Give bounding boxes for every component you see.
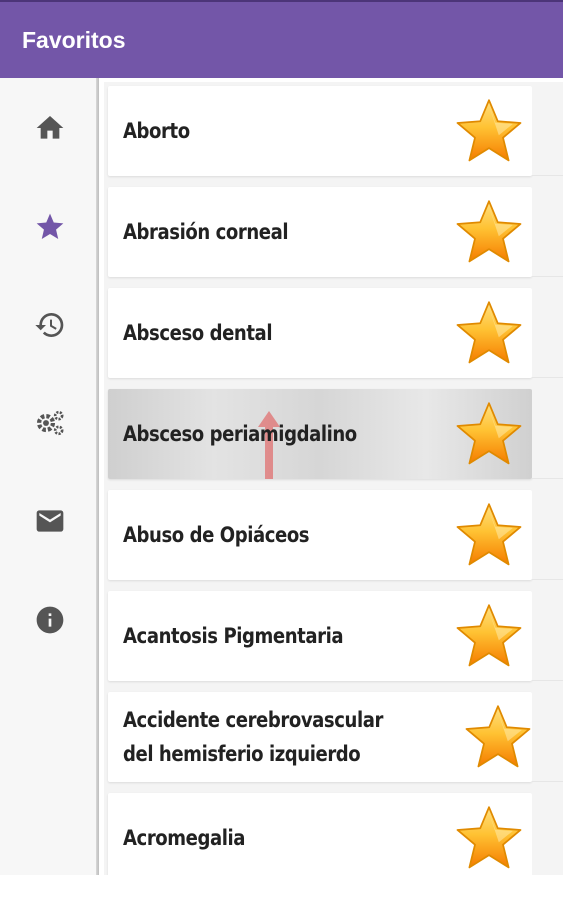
list-item[interactable]: Accidente cerebrovascular del hemisferio… <box>108 692 532 782</box>
star-icon <box>36 213 64 239</box>
nav-item-favorites[interactable] <box>25 202 75 252</box>
nav-item-home[interactable] <box>25 103 75 153</box>
app-bar: Favoritos <box>0 0 563 78</box>
item-label: Absceso periamigdalino <box>123 422 357 446</box>
settings-icon <box>36 410 64 436</box>
favorites-list: Aborto Abrasión corneal Absceso dental A… <box>104 82 563 883</box>
bottom-spacer <box>0 875 563 900</box>
item-label: Acantosis Pigmentaria <box>123 624 344 648</box>
item-label: Aborto <box>123 119 190 143</box>
list-item[interactable]: Acromegalia <box>108 793 532 883</box>
app-root: Favoritos Aborto Abrasión corneal Absces… <box>0 0 563 900</box>
list-item[interactable]: Abuso de Opiáceos <box>108 490 532 580</box>
favorite-star-icon[interactable] <box>454 602 524 670</box>
history-icon <box>35 313 64 337</box>
side-nav <box>0 78 98 875</box>
nav-item-history[interactable] <box>25 300 75 350</box>
list-item[interactable]: Acantosis Pigmentaria <box>108 591 532 681</box>
list-item-selected[interactable]: Absceso periamigdalino <box>108 389 532 479</box>
list-divider <box>532 793 563 883</box>
list-divider <box>532 86 563 176</box>
list-divider <box>532 490 563 580</box>
item-label: Accidente cerebrovascular del hemisferio… <box>123 708 383 766</box>
nav-item-settings[interactable] <box>25 398 75 448</box>
favorite-star-icon[interactable] <box>454 501 524 569</box>
list-divider <box>532 288 563 378</box>
favorite-star-icon[interactable] <box>463 703 533 771</box>
list-item[interactable]: Abrasión corneal <box>108 187 532 277</box>
side-nav-divider <box>96 78 99 875</box>
nav-item-info[interactable] <box>25 595 75 645</box>
favorite-star-icon[interactable] <box>454 400 524 468</box>
mail-icon <box>36 510 64 532</box>
list-divider <box>532 389 563 479</box>
item-label: Absceso dental <box>123 321 273 345</box>
list-divider <box>532 187 563 277</box>
home-icon <box>36 116 64 139</box>
info-icon <box>36 606 64 634</box>
page-title: Favoritos <box>22 26 126 53</box>
list-item[interactable]: Absceso dental <box>108 288 532 378</box>
favorite-star-icon[interactable] <box>454 804 524 872</box>
favorite-star-icon[interactable] <box>454 198 524 266</box>
favorite-star-icon[interactable] <box>454 299 524 367</box>
list-divider <box>532 591 563 681</box>
list-divider <box>532 692 563 782</box>
item-label: Acromegalia <box>123 826 246 850</box>
list-item[interactable]: Aborto <box>108 86 532 176</box>
item-label: Abuso de Opiáceos <box>123 523 310 547</box>
nav-item-mail[interactable] <box>25 496 75 546</box>
item-label: Abrasión corneal <box>123 220 289 244</box>
favorite-star-icon[interactable] <box>454 97 524 165</box>
